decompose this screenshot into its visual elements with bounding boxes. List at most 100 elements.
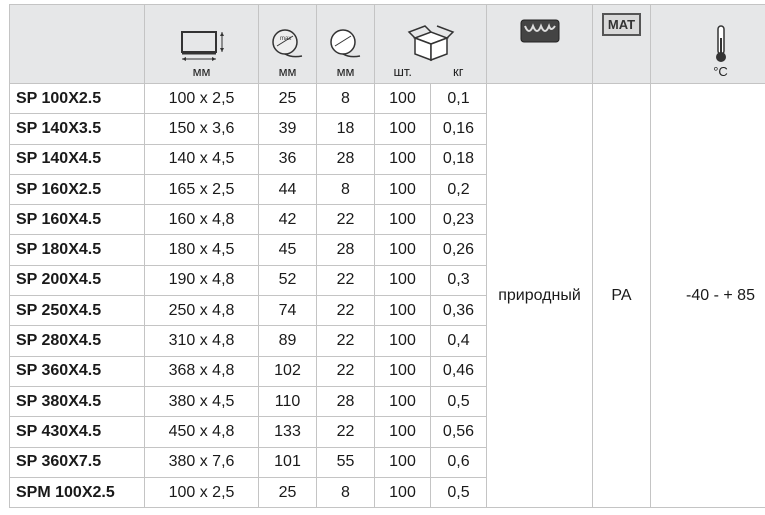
cell-dimensions: 380 x 7,6 xyxy=(144,446,259,478)
cell-pieces: 100 xyxy=(374,385,431,418)
thermometer-icon xyxy=(715,25,726,62)
cell-dimensions: 150 x 3,6 xyxy=(144,113,259,145)
cell-weight: 0,23 xyxy=(430,204,487,236)
cell-bundle-diameter: 101 xyxy=(258,446,317,478)
dimensions-icon xyxy=(180,31,224,61)
cell-dimensions: 140 x 4,5 xyxy=(144,143,259,175)
cell-weight: 0,16 xyxy=(430,113,487,145)
cell-article: SP 160X4.5 xyxy=(9,204,145,236)
header-dimensions: мм xyxy=(144,4,259,84)
cell-bundle-diameter: 74 xyxy=(258,295,317,327)
cell-clamp-range: 8 xyxy=(316,476,375,509)
clamp-range-icon xyxy=(329,29,360,58)
cell-bundle-diameter: 39 xyxy=(258,113,317,145)
cell-clamp-range: 22 xyxy=(316,264,375,297)
cell-weight: 0,6 xyxy=(430,446,487,478)
cell-pieces: 100 xyxy=(374,325,431,357)
box-icon xyxy=(407,25,454,62)
cell-material: PA xyxy=(592,82,651,509)
cell-article: SP 280X4.5 xyxy=(9,325,145,357)
cell-color: природный xyxy=(486,82,593,509)
cell-dimensions: 160 x 4,8 xyxy=(144,204,259,236)
cell-weight: 0,1 xyxy=(430,82,487,115)
cell-pieces: 100 xyxy=(374,82,431,115)
cell-article: SPM 100X2.5 xyxy=(9,476,145,509)
cell-weight: 0,56 xyxy=(430,416,487,448)
header-clamp-range: мм xyxy=(316,4,375,84)
unit-bundle-diameter: мм xyxy=(278,64,297,79)
cell-bundle-diameter: 25 xyxy=(258,82,317,115)
table-row: SP 100X2.5 100 x 2,5 25 8 100 0,1 природный PA -… xyxy=(9,82,765,509)
cell-weight: 0,3 xyxy=(430,264,487,297)
cell-article: SP 380X4.5 xyxy=(9,385,145,418)
cell-article: SP 100X2.5 xyxy=(9,82,145,115)
cell-weight: 0,2 xyxy=(430,173,487,206)
header-packaging: шт. кг xyxy=(374,4,487,84)
cell-clamp-range: 55 xyxy=(316,446,375,478)
cell-bundle-diameter: 44 xyxy=(258,173,317,206)
cell-weight: 0,36 xyxy=(430,295,487,327)
cell-dimensions: 310 x 4,8 xyxy=(144,325,259,357)
product-rows: SP 100X2.5 100 x 2,5 25 8 100 0,1 природный PA -… xyxy=(9,82,765,509)
cell-weight: 0,5 xyxy=(430,476,487,509)
cell-weight: 0,5 xyxy=(430,385,487,418)
cell-dimensions: 100 x 2,5 xyxy=(144,82,259,115)
cell-article: SP 160X2.5 xyxy=(9,173,145,206)
cell-article: SP 250X4.5 xyxy=(9,295,145,327)
product-table-wrapper: мм max мм мм шт. кг MAT °C SP 100X2.5 10… xyxy=(0,0,765,515)
cell-clamp-range: 22 xyxy=(316,355,375,387)
cell-clamp-range: 18 xyxy=(316,113,375,145)
cell-dimensions: 250 x 4,8 xyxy=(144,295,259,327)
svg-text:max: max xyxy=(280,36,291,42)
cell-dimensions: 165 x 2,5 xyxy=(144,173,259,206)
header-color xyxy=(486,4,593,84)
cell-article: SP 430X4.5 xyxy=(9,416,145,448)
cell-clamp-range: 28 xyxy=(316,234,375,266)
cell-bundle-diameter: 45 xyxy=(258,234,317,266)
header-temperature: °C xyxy=(650,4,765,84)
cell-dimensions: 190 x 4,8 xyxy=(144,264,259,297)
cell-weight: 0,4 xyxy=(430,325,487,357)
cell-article: SP 360X4.5 xyxy=(9,355,145,387)
cell-clamp-range: 8 xyxy=(316,173,375,206)
unit-pieces: шт. xyxy=(393,64,413,79)
cell-pieces: 100 xyxy=(374,234,431,266)
cell-bundle-diameter: 42 xyxy=(258,204,317,236)
cell-pieces: 100 xyxy=(374,204,431,236)
product-table: мм max мм мм шт. кг MAT °C SP 100X2.5 10… xyxy=(9,4,765,509)
cell-clamp-range: 22 xyxy=(316,325,375,357)
header-article xyxy=(9,4,145,84)
cell-bundle-diameter: 110 xyxy=(258,385,317,418)
unit-weight: кг xyxy=(453,64,464,79)
header-material: MAT xyxy=(592,4,651,84)
cell-bundle-diameter: 36 xyxy=(258,143,317,175)
cell-dimensions: 450 x 4,8 xyxy=(144,416,259,448)
cell-dimensions: 100 x 2,5 xyxy=(144,476,259,509)
cell-pieces: 100 xyxy=(374,476,431,509)
unit-dimensions: мм xyxy=(192,64,211,79)
cell-article: SP 200X4.5 xyxy=(9,264,145,297)
cell-clamp-range: 22 xyxy=(316,416,375,448)
cell-clamp-range: 22 xyxy=(316,295,375,327)
header-bundle-diameter: max мм xyxy=(258,4,317,84)
cell-weight: 0,18 xyxy=(430,143,487,175)
cell-pieces: 100 xyxy=(374,143,431,175)
cell-pieces: 100 xyxy=(374,173,431,206)
cell-article: SP 180X4.5 xyxy=(9,234,145,266)
cell-bundle-diameter: 52 xyxy=(258,264,317,297)
cell-bundle-diameter: 133 xyxy=(258,416,317,448)
cell-pieces: 100 xyxy=(374,264,431,297)
cell-weight: 0,26 xyxy=(430,234,487,266)
color-bucket-icon xyxy=(520,19,559,43)
cell-bundle-diameter: 25 xyxy=(258,476,317,509)
cell-dimensions: 380 x 4,5 xyxy=(144,385,259,418)
cell-pieces: 100 xyxy=(374,295,431,327)
cell-dimensions: 180 x 4,5 xyxy=(144,234,259,266)
material-badge-icon: MAT xyxy=(601,13,642,36)
cell-article: SP 140X3.5 xyxy=(9,113,145,145)
cell-clamp-range: 28 xyxy=(316,143,375,175)
cell-article: SP 360X7.5 xyxy=(9,446,145,478)
cell-weight: 0,46 xyxy=(430,355,487,387)
bundle-diameter-icon: max xyxy=(271,29,302,58)
cell-bundle-diameter: 102 xyxy=(258,355,317,387)
